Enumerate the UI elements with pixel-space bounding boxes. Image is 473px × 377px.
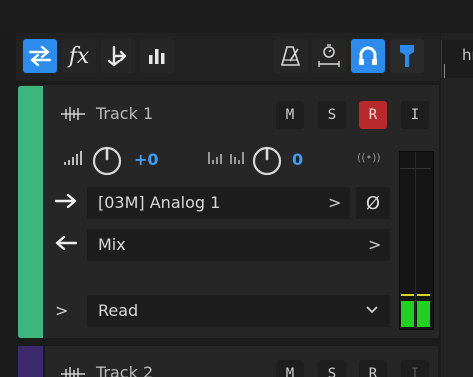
input-monitor-button[interactable]: I bbox=[401, 101, 429, 129]
ruler-label: hm bbox=[462, 46, 473, 64]
pan-knob[interactable] bbox=[251, 145, 283, 177]
track-name[interactable]: Track 2 bbox=[96, 363, 153, 377]
pan-icon bbox=[208, 152, 244, 164]
input-source-label: [03M] Analog 1 bbox=[98, 193, 221, 212]
volume-icon bbox=[64, 151, 82, 165]
solo-button[interactable]: S bbox=[318, 360, 346, 377]
fx-button[interactable]: fx bbox=[62, 39, 96, 73]
output-label: Mix bbox=[98, 235, 126, 254]
track-2-color-bar[interactable] bbox=[18, 346, 43, 377]
mute-button[interactable]: M bbox=[276, 101, 304, 129]
multitrack-editor: fx h Track 1 M S R I +0 0 ((•)) [03M] An… bbox=[0, 0, 473, 377]
chevron-down-icon bbox=[366, 306, 378, 314]
metronome-button[interactable] bbox=[274, 39, 308, 73]
meter-left-bar bbox=[401, 301, 414, 327]
meter-divider bbox=[415, 152, 416, 328]
io-routing-icon bbox=[28, 45, 52, 67]
input-monitor-button[interactable]: I bbox=[401, 360, 429, 377]
meter-left-peak bbox=[401, 294, 414, 296]
metronome-icon bbox=[280, 46, 301, 66]
chevron-right-icon: > bbox=[368, 235, 382, 254]
sends-button[interactable] bbox=[101, 39, 135, 73]
loop-icon bbox=[359, 46, 377, 65]
mute-button[interactable]: M bbox=[276, 360, 304, 377]
snap-icon bbox=[400, 45, 414, 67]
snap-button[interactable] bbox=[390, 39, 424, 73]
eq-icon bbox=[149, 49, 165, 64]
count-in-icon bbox=[318, 44, 340, 67]
phase-invert-button[interactable]: Ø bbox=[356, 187, 390, 219]
automation-mode-label: Read bbox=[98, 301, 139, 320]
input-arrow-icon bbox=[55, 194, 77, 208]
expand-lanes-button[interactable]: > bbox=[55, 301, 68, 320]
io-routing-button[interactable] bbox=[23, 39, 57, 73]
top-strip bbox=[0, 0, 473, 33]
loop-button[interactable] bbox=[351, 39, 385, 73]
sends-icon bbox=[107, 45, 127, 67]
pan-value[interactable]: 0 bbox=[292, 150, 303, 169]
record-arm-button[interactable]: R bbox=[359, 101, 387, 129]
count-in-button[interactable] bbox=[312, 39, 346, 73]
record-arm-button[interactable]: R bbox=[359, 360, 387, 377]
waveform-icon bbox=[61, 107, 85, 121]
meter-right-peak bbox=[417, 294, 430, 296]
volume-value[interactable]: +0 bbox=[134, 150, 159, 169]
waveform-icon bbox=[61, 367, 85, 377]
solo-button[interactable]: S bbox=[318, 101, 346, 129]
eq-button[interactable] bbox=[140, 39, 174, 73]
chevron-right-icon: > bbox=[328, 193, 342, 212]
meter-right-bar bbox=[417, 301, 430, 327]
track-name[interactable]: Track 1 bbox=[96, 104, 153, 123]
timeline-area[interactable] bbox=[441, 33, 473, 377]
output-select[interactable] bbox=[87, 229, 390, 261]
fx-icon: fx bbox=[68, 43, 90, 69]
output-arrow-icon bbox=[55, 236, 77, 250]
track-1-color-bar[interactable] bbox=[18, 86, 43, 338]
ruler-tick bbox=[444, 64, 445, 78]
monitor-signal-icon[interactable]: ((•)) bbox=[357, 151, 381, 164]
volume-knob[interactable] bbox=[91, 145, 123, 177]
